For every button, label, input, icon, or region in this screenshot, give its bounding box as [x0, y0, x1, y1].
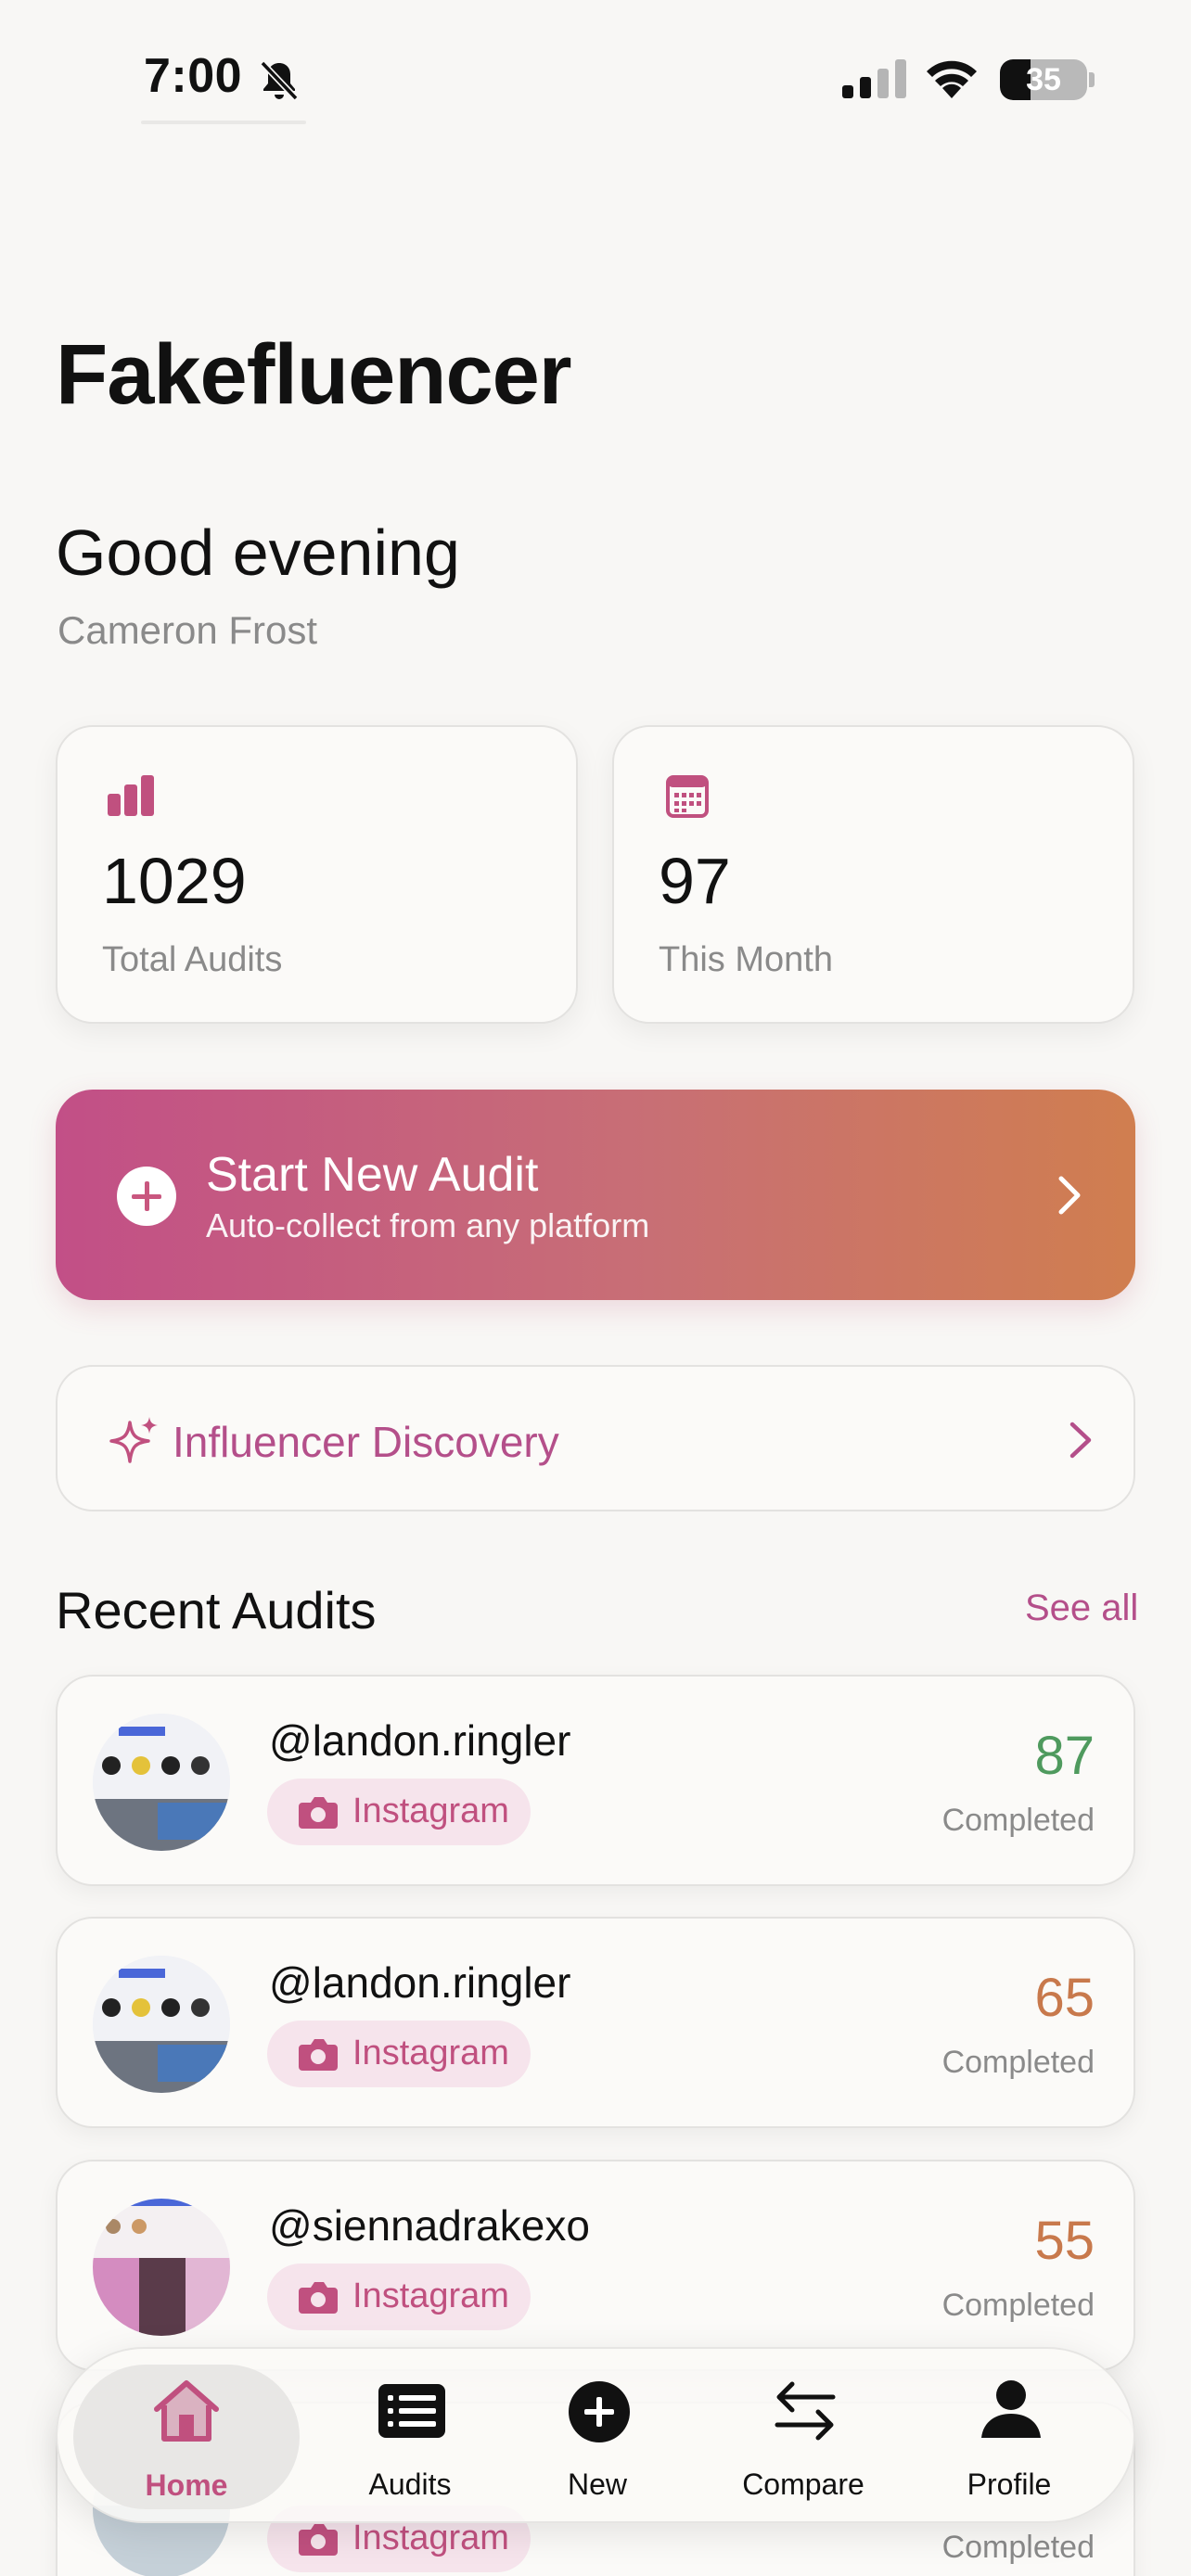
bell-off-icon: [260, 60, 299, 101]
camera-icon: [299, 2524, 338, 2556]
audit-status: Completed: [941, 2288, 1095, 2323]
tab-home[interactable]: Home: [73, 2365, 300, 2509]
bottom-tab-bar: Home Audits New Compare Profile: [56, 2347, 1135, 2523]
time-underline: [141, 121, 306, 124]
camera-icon: [299, 2039, 338, 2071]
total-audits-value: 1029: [102, 845, 247, 917]
new-audit-title: Start New Audit: [206, 1148, 539, 1202]
greeting-text: Good evening: [56, 516, 460, 589]
audit-handle: @landon.ringler: [269, 1716, 571, 1765]
recent-audits-title: Recent Audits: [56, 1581, 377, 1639]
plus-circle-icon: [569, 2381, 630, 2442]
discovery-label: Influencer Discovery: [173, 1418, 559, 1466]
audit-status: Completed: [941, 2530, 1095, 2565]
sparkle-icon: [109, 1417, 158, 1463]
this-month-value: 97: [659, 845, 731, 917]
audit-status: Completed: [941, 1803, 1095, 1838]
tab-audits[interactable]: Audits: [317, 2349, 503, 2525]
chevron-right-icon: [1058, 1176, 1081, 1215]
influencer-discovery-button[interactable]: Influencer Discovery: [56, 1365, 1135, 1511]
tab-label: Home: [145, 2468, 228, 2502]
audit-handle: @landon.ringler: [269, 1958, 571, 2007]
platform-badge: Instagram: [267, 2264, 531, 2330]
calendar-icon: [666, 775, 709, 818]
home-screen: 7:00 35 Fakefluencer Good evening Camero…: [0, 0, 1191, 2576]
plus-circle-icon: [117, 1167, 176, 1226]
tab-compare[interactable]: Compare: [711, 2349, 896, 2525]
platform-badge: Instagram: [267, 2021, 531, 2087]
list-icon: [378, 2384, 445, 2438]
camera-icon: [299, 2282, 338, 2314]
home-icon: [154, 2380, 219, 2442]
audit-score: 65: [1034, 1968, 1095, 2028]
platform-badge: Instagram: [267, 1779, 531, 1845]
app-title: Fakefluencer: [56, 327, 572, 422]
battery-tip: [1089, 72, 1095, 87]
chevron-right-icon: [1069, 1422, 1092, 1459]
new-audit-subtitle: Auto-collect from any platform: [206, 1206, 650, 1244]
this-month-label: This Month: [659, 940, 833, 979]
user-name: Cameron Frost: [58, 608, 318, 652]
platform-label: Instagram: [352, 2276, 509, 2315]
profile-avatar: [93, 2199, 230, 2336]
audit-score: 55: [1034, 2211, 1095, 2271]
audit-row[interactable]: @landon.ringler Instagram 65 Completed: [56, 1917, 1135, 2128]
tab-label: New: [567, 2468, 627, 2501]
audit-row[interactable]: @landon.ringler Instagram 87 Completed: [56, 1675, 1135, 1886]
platform-label: Instagram: [352, 2034, 509, 2072]
tab-label: Profile: [967, 2468, 1052, 2501]
camera-icon: [299, 1797, 338, 1829]
audit-status: Completed: [941, 2045, 1095, 2080]
status-bar: 7:00 35: [0, 0, 1191, 139]
swap-arrows-icon: [775, 2381, 836, 2441]
see-all-link[interactable]: See all: [1025, 1588, 1138, 1629]
signal-icon: [842, 59, 906, 98]
person-icon: [981, 2380, 1041, 2438]
status-time: 7:00: [144, 49, 243, 103]
audit-score: 87: [1034, 1726, 1095, 1786]
battery-indicator: 35: [1000, 59, 1087, 100]
audit-handle: @siennadrakexo: [269, 2201, 590, 2250]
tab-label: Compare: [742, 2468, 864, 2501]
start-new-audit-button[interactable]: Start New Audit Auto-collect from any pl…: [56, 1090, 1135, 1300]
tab-profile[interactable]: Profile: [916, 2349, 1102, 2525]
wifi-icon: [927, 60, 977, 98]
tab-new[interactable]: New: [505, 2349, 690, 2525]
tab-label: Audits: [368, 2468, 452, 2501]
this-month-card[interactable]: 97 This Month: [612, 725, 1134, 1024]
bar-chart-icon: [108, 775, 154, 816]
total-audits-card[interactable]: 1029 Total Audits: [56, 725, 578, 1024]
profile-avatar: [93, 1956, 230, 2093]
profile-avatar: [93, 1714, 230, 1851]
total-audits-label: Total Audits: [102, 940, 283, 979]
platform-label: Instagram: [352, 1792, 509, 1830]
audit-row[interactable]: @siennadrakexo Instagram 55 Completed: [56, 2160, 1135, 2371]
battery-text: 35: [1026, 62, 1061, 97]
